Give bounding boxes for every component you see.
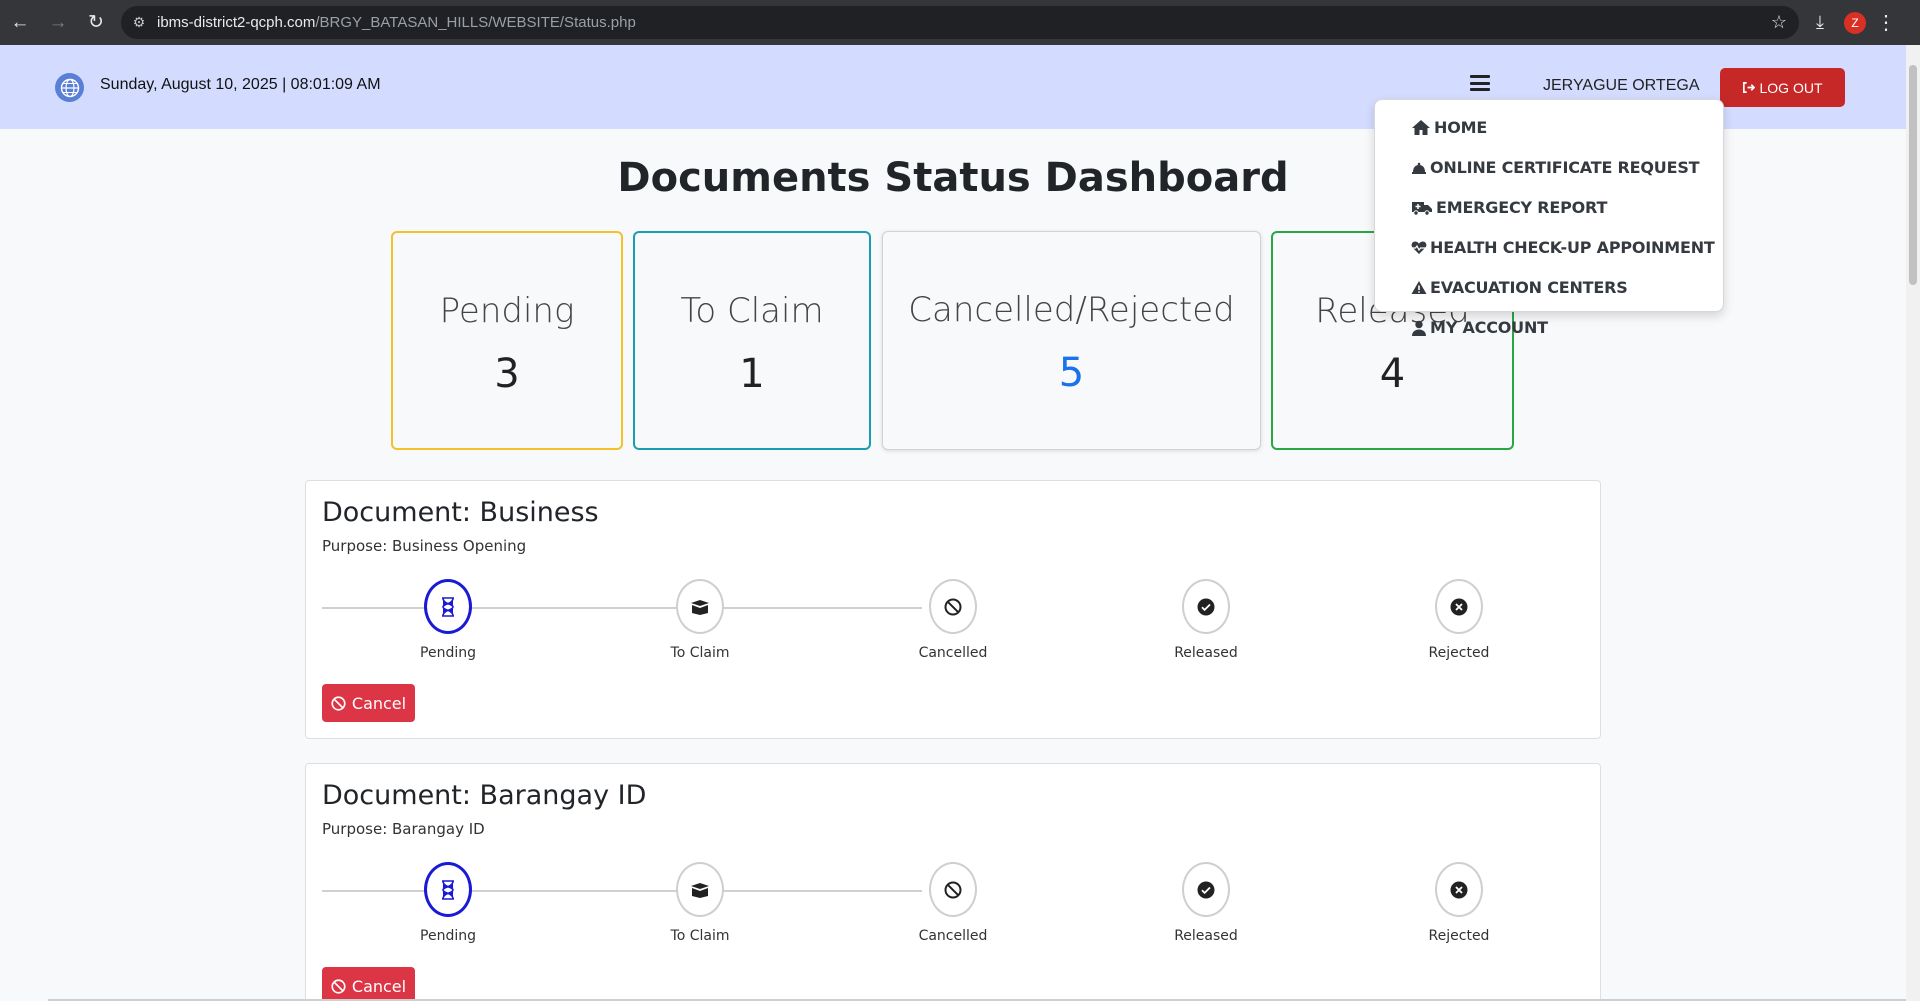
menu-item-home[interactable]: HOME — [1411, 118, 1487, 137]
address-bar[interactable]: ⚙ ibms-district2-qcph.com/BRGY_BATASAN_H… — [121, 6, 1799, 39]
cancel-label: Cancel — [351, 693, 407, 713]
ban-icon — [331, 978, 346, 994]
hourglass-icon — [424, 862, 472, 917]
step-to-claim: To Claim — [640, 862, 760, 944]
stat-value: 3 — [494, 351, 520, 397]
step-label: Rejected — [1428, 928, 1490, 944]
step-label: Cancelled — [918, 928, 988, 944]
bookmark-star-icon[interactable]: ☆ — [1771, 12, 1787, 33]
download-icon[interactable]: ⤓ — [1806, 12, 1834, 33]
hamburger-menu-icon[interactable] — [1470, 75, 1490, 91]
browser-toolbar: ← → ↻ ⚙ ibms-district2-qcph.com/BRGY_BAT… — [0, 0, 1920, 45]
menu-item-label: MY ACCOUNT — [1430, 318, 1548, 337]
site-settings-icon[interactable]: ⚙ — [121, 14, 157, 31]
reload-icon[interactable]: ↻ — [78, 5, 114, 41]
step-label: To Claim — [670, 645, 730, 661]
check-circle-icon — [1182, 862, 1230, 917]
ambulance-icon — [1412, 201, 1432, 216]
heart-pulse-icon — [1411, 241, 1427, 254]
document-purpose: Purpose: Barangay ID — [322, 820, 485, 838]
logout-icon — [1743, 82, 1756, 93]
scrollbar-thumb[interactable] — [1909, 65, 1917, 285]
page-scrollbar[interactable] — [1906, 45, 1920, 1001]
page-viewport: Sunday, August 10, 2025 | 08:01:09 AM JE… — [0, 45, 1906, 1001]
bell-icon — [1412, 162, 1426, 174]
back-icon[interactable]: ← — [2, 5, 38, 41]
user-icon — [1412, 320, 1426, 336]
menu-item-my-account[interactable]: MY ACCOUNT — [1411, 318, 1548, 337]
cancel-button[interactable]: Cancel — [322, 967, 415, 1001]
logout-label: LOG OUT — [1759, 79, 1823, 96]
username-label: JERYAGUE ORTEGA — [1543, 77, 1700, 94]
date-time-display: Sunday, August 10, 2025 | 08:01:09 AM — [100, 76, 381, 93]
step-rejected: Rejected — [1399, 862, 1519, 944]
stat-label: To Claim — [680, 291, 824, 331]
browser-menu-icon[interactable]: ⋮ — [1876, 10, 1896, 35]
document-title: Document: Business — [322, 497, 599, 528]
forward-icon[interactable]: → — [40, 5, 76, 41]
step-cancelled: Cancelled — [893, 579, 1013, 661]
step-pending: Pending — [388, 862, 508, 944]
x-circle-icon — [1435, 862, 1483, 917]
document-card: Document: Barangay ID Purpose: Barangay … — [305, 763, 1601, 1001]
url-host: ibms-district2-qcph.com — [157, 14, 316, 31]
stat-label: Pending — [439, 291, 575, 331]
step-to-claim: To Claim — [640, 579, 760, 661]
x-circle-icon — [1435, 579, 1483, 634]
stat-value: 5 — [1058, 350, 1085, 396]
menu-item-label: EVACUATION CENTERS — [1430, 278, 1628, 297]
ban-icon — [331, 695, 346, 711]
step-released: Released — [1146, 579, 1266, 661]
check-circle-icon — [1182, 579, 1230, 634]
warning-icon — [1411, 281, 1427, 294]
stat-card-cancelled-rejected: Cancelled/Rejected 5 — [882, 231, 1261, 450]
step-released: Released — [1146, 862, 1266, 944]
globe-icon — [55, 73, 84, 102]
box-open-icon — [676, 862, 724, 917]
stat-card-pending: Pending 3 — [391, 231, 623, 450]
step-label: Pending — [420, 928, 476, 944]
document-purpose: Purpose: Business Opening — [322, 537, 527, 555]
menu-item-online-certificate-request[interactable]: ONLINE CERTIFICATE REQUEST — [1411, 158, 1700, 177]
stat-label: Cancelled/Rejected — [908, 290, 1235, 330]
stat-value: 4 — [1379, 351, 1406, 397]
home-icon — [1412, 120, 1430, 135]
menu-item-label: HOME — [1434, 118, 1488, 137]
step-pending: Pending — [388, 579, 508, 661]
step-rejected: Rejected — [1399, 579, 1519, 661]
menu-item-evacuation-centers[interactable]: EVACUATION CENTERS — [1411, 278, 1628, 297]
stat-value: 1 — [739, 351, 765, 397]
step-label: Pending — [420, 645, 476, 661]
ban-icon — [929, 862, 977, 917]
document-title: Document: Barangay ID — [322, 780, 647, 811]
menu-item-label: EMERGECY REPORT — [1436, 198, 1608, 217]
hourglass-icon — [424, 579, 472, 634]
step-label: Cancelled — [918, 645, 988, 661]
document-card: Document: Business Purpose: Business Ope… — [305, 480, 1601, 739]
cancel-label: Cancel — [351, 976, 407, 996]
menu-item-label: HEALTH CHECK-UP APPOINMENT — [1430, 238, 1715, 257]
menu-item-label: ONLINE CERTIFICATE REQUEST — [1430, 158, 1700, 177]
box-open-icon — [676, 579, 724, 634]
ban-icon — [929, 579, 977, 634]
nav-dropdown-menu: HOME ONLINE CERTIFICATE REQUEST EMERGECY… — [1374, 99, 1724, 337]
step-cancelled: Cancelled — [893, 862, 1013, 944]
url-text[interactable]: ibms-district2-qcph.com/BRGY_BATASAN_HIL… — [157, 14, 636, 31]
step-label: Released — [1174, 928, 1238, 944]
url-path: /BRGY_BATASAN_HILLS/WEBSITE/Status.php — [315, 14, 636, 31]
profile-avatar[interactable]: Z — [1844, 11, 1866, 34]
stat-card-to-claim: To Claim 1 — [633, 231, 871, 450]
logout-button[interactable]: LOG OUT — [1720, 68, 1845, 107]
step-label: Rejected — [1428, 645, 1490, 661]
menu-item-health-checkup-appointment[interactable]: HEALTH CHECK-UP APPOINMENT — [1411, 238, 1715, 257]
menu-item-emergency-report[interactable]: EMERGECY REPORT — [1411, 198, 1607, 217]
step-label: Released — [1174, 645, 1238, 661]
cancel-button[interactable]: Cancel — [322, 684, 415, 722]
step-label: To Claim — [670, 928, 730, 944]
